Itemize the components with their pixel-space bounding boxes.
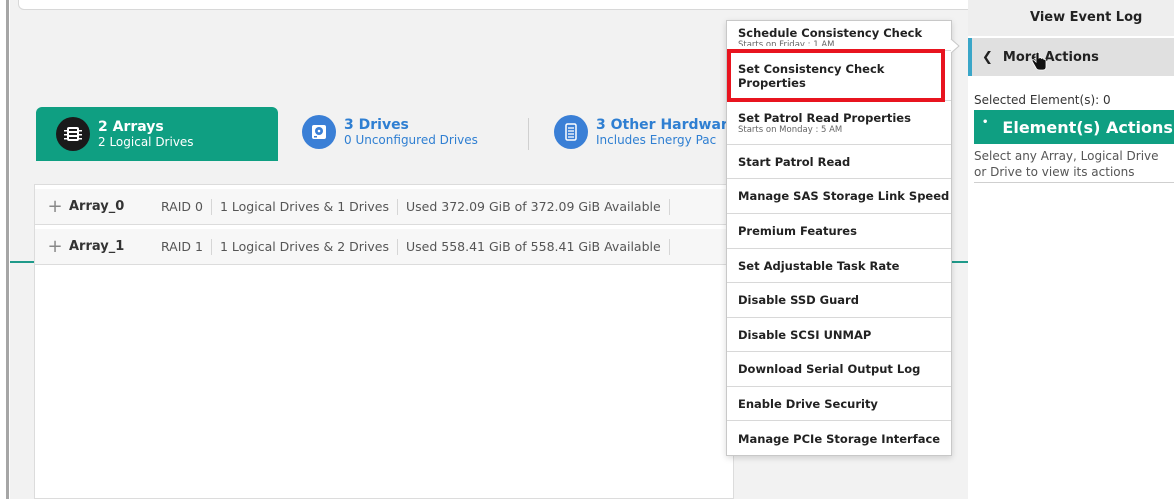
chevron-left-icon: ❮ xyxy=(982,49,993,65)
menu-item-premium-features[interactable]: Premium Features xyxy=(727,214,951,249)
more-actions-button[interactable]: ❮ More Actions xyxy=(968,38,1174,76)
tab-arrays[interactable]: 2 Arrays 2 Logical Drives xyxy=(36,107,278,161)
menu-item-enable-drive-security[interactable]: Enable Drive Security xyxy=(727,387,951,421)
menu-item-set-adjustable-task-rate[interactable]: Set Adjustable Task Rate xyxy=(727,249,951,283)
menu-item-disable-ssd-guard[interactable]: Disable SSD Guard xyxy=(727,283,951,318)
menu-item-label: Set Patrol Read Properties xyxy=(738,110,911,125)
element-actions-header[interactable]: • Element(s) Actions xyxy=(974,110,1174,144)
table-row[interactable]: + Array_1 RAID 1 1 Logical Drives & 2 Dr… xyxy=(35,229,735,265)
more-actions-label: More Actions xyxy=(1002,49,1099,65)
menu-item-label: Download Serial Output Log xyxy=(738,362,921,376)
array-raid: RAID 0 xyxy=(161,198,203,214)
tab-hardware-title: 3 Other Hardwar xyxy=(596,116,728,133)
tab-hardware-subtitle: Includes Energy Pac xyxy=(596,132,717,147)
tab-drives[interactable]: 3 Drives 0 Unconfigured Drives xyxy=(302,107,522,157)
menu-item-label: Disable SSD Guard xyxy=(738,293,859,307)
hand-cursor-icon xyxy=(1031,52,1047,71)
menu-item-label: Disable SCSI UNMAP xyxy=(738,327,872,342)
menu-item-label: Enable Drive Security xyxy=(738,396,878,411)
menu-item-set-consistency-check-properties[interactable]: Set Consistency Check Properties xyxy=(727,51,951,101)
left-border-line xyxy=(6,0,9,499)
menu-item-manage-sas-link-speed[interactable]: Manage SAS Storage Link Speed xyxy=(727,179,951,214)
array-summary: 1 Logical Drives & 2 Drives xyxy=(210,238,397,255)
array-list: + Array_0 RAID 0 1 Logical Drives & 1 Dr… xyxy=(34,184,735,499)
table-row[interactable]: + Array_0 RAID 0 1 Logical Drives & 1 Dr… xyxy=(35,189,735,225)
menu-item-label: Manage SAS Storage Link Speed xyxy=(738,189,950,203)
menu-pointer-icon xyxy=(950,38,960,54)
bullet-icon: • xyxy=(982,116,989,128)
top-card xyxy=(18,0,986,10)
array-cell-divider xyxy=(668,238,686,255)
array-chip-icon xyxy=(56,117,90,151)
array-summary: 1 Logical Drives & 1 Drives xyxy=(210,198,397,215)
tab-arrays-subtitle: 2 Logical Drives xyxy=(98,134,194,149)
array-cell-divider xyxy=(668,198,686,215)
tab-drives-title: 3 Drives xyxy=(344,116,409,133)
tab-drives-subtitle: 0 Unconfigured Drives xyxy=(344,132,478,147)
menu-item-sublabel: Starts on Friday : 1 AM xyxy=(738,39,835,46)
menu-item-label: Set Adjustable Task Rate xyxy=(738,258,900,273)
tab-separator xyxy=(528,118,529,150)
array-name: Array_0 xyxy=(69,199,125,214)
menu-item-label: Schedule Consistency Check xyxy=(738,25,923,40)
more-actions-menu: Schedule Consistency Check Starts on Fri… xyxy=(726,20,952,456)
menu-item-schedule-consistency-check[interactable]: Schedule Consistency Check Starts on Fri… xyxy=(727,21,951,51)
tab-arrays-title: 2 Arrays xyxy=(98,118,164,135)
view-event-log-button[interactable]: View Event Log xyxy=(968,0,1174,36)
array-usage: Used 558.41 GiB of 558.41 GiB Available xyxy=(396,238,669,255)
menu-item-label: Set Consistency Check Properties xyxy=(738,61,885,90)
menu-item-start-patrol-read[interactable]: Start Patrol Read xyxy=(727,145,951,179)
menu-item-label: Manage PCIe Storage Interface xyxy=(738,431,941,446)
menu-item-manage-pcie-storage-interface[interactable]: Manage PCIe Storage Interface xyxy=(727,421,951,456)
tab-other-hardware[interactable]: 3 Other Hardwar Includes Energy Pac xyxy=(554,107,734,157)
array-raid: RAID 1 xyxy=(161,238,203,254)
menu-item-sublabel: Starts on Monday : 5 AM xyxy=(738,124,843,135)
expand-plus-icon[interactable]: + xyxy=(41,196,69,217)
right-panel: View Event Log ❮ More Actions Selected E… xyxy=(968,0,1174,499)
array-usage: Used 372.09 GiB of 372.09 GiB Available xyxy=(396,198,669,215)
left-border xyxy=(0,0,10,499)
array-name: Array_1 xyxy=(69,239,125,254)
menu-item-disable-scsi-unmap[interactable]: Disable SCSI UNMAP xyxy=(727,318,951,352)
element-actions-hint: Select any Array, Logical Drive or Drive… xyxy=(974,148,1174,183)
menu-item-label: Premium Features xyxy=(738,224,857,238)
element-actions-label: Element(s) Actions xyxy=(1002,117,1173,137)
selected-elements-count: Selected Element(s): 0 xyxy=(974,93,1111,107)
menu-item-download-serial-output-log[interactable]: Download Serial Output Log xyxy=(727,352,951,387)
hardware-icon xyxy=(554,115,588,149)
menu-item-set-patrol-read-properties[interactable]: Set Patrol Read Properties Starts on Mon… xyxy=(727,101,951,145)
hard-drive-icon xyxy=(302,115,336,149)
menu-item-label: Start Patrol Read xyxy=(738,154,851,169)
expand-plus-icon[interactable]: + xyxy=(41,236,69,257)
